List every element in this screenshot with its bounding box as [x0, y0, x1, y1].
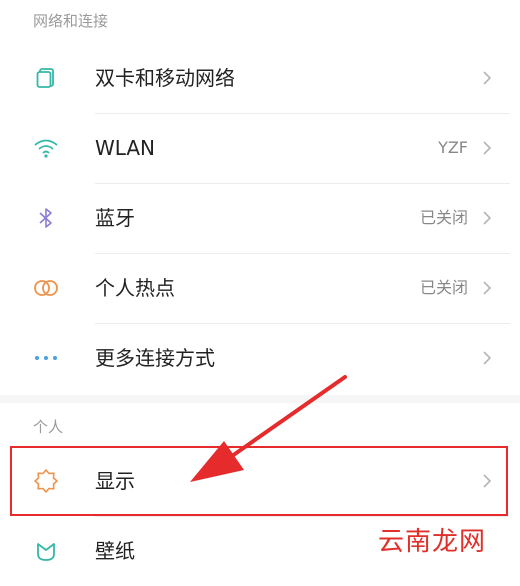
wifi-icon: [33, 135, 59, 161]
settings-row-bluetooth[interactable]: 蓝牙 已关闭: [0, 183, 520, 253]
chevron-right-icon: [483, 211, 492, 225]
section-header-network: 网络和连接: [33, 12, 109, 30]
settings-row-label: 壁纸: [95, 539, 135, 563]
brightness-icon: [33, 468, 59, 494]
settings-row-sim[interactable]: 双卡和移动网络: [0, 43, 520, 113]
section-separator: [0, 395, 520, 403]
settings-row-hotspot[interactable]: 个人热点 已关闭: [0, 253, 520, 323]
settings-row-label: 双卡和移动网络: [95, 66, 235, 90]
settings-row-label: WLAN: [95, 136, 156, 160]
chevron-right-icon: [483, 351, 492, 365]
chevron-right-icon: [483, 141, 492, 155]
settings-row-label: 显示: [95, 469, 135, 493]
chevron-right-icon: [483, 474, 492, 488]
section-header-personal: 个人: [33, 418, 64, 436]
watermark-text: 云南龙网: [377, 527, 486, 557]
settings-row-label: 个人热点: [95, 276, 175, 300]
bluetooth-icon: [33, 205, 59, 231]
wallpaper-icon: [33, 538, 59, 564]
settings-row-value: 已关闭: [419, 208, 468, 227]
settings-row-value: YZF: [438, 138, 468, 157]
sim-card-icon: [33, 65, 59, 91]
chevron-right-icon: [483, 71, 492, 85]
more-dots-icon: [33, 345, 59, 371]
chevron-right-icon: [483, 281, 492, 295]
hotspot-icon: [33, 275, 59, 301]
settings-row-value: 已关闭: [419, 278, 468, 297]
settings-row-wlan[interactable]: WLAN YZF: [0, 113, 520, 183]
settings-row-more-connections[interactable]: 更多连接方式: [0, 323, 520, 393]
settings-row-label: 更多连接方式: [95, 346, 215, 370]
settings-row-label: 蓝牙: [95, 206, 135, 230]
settings-row-display[interactable]: 显示: [0, 446, 520, 516]
